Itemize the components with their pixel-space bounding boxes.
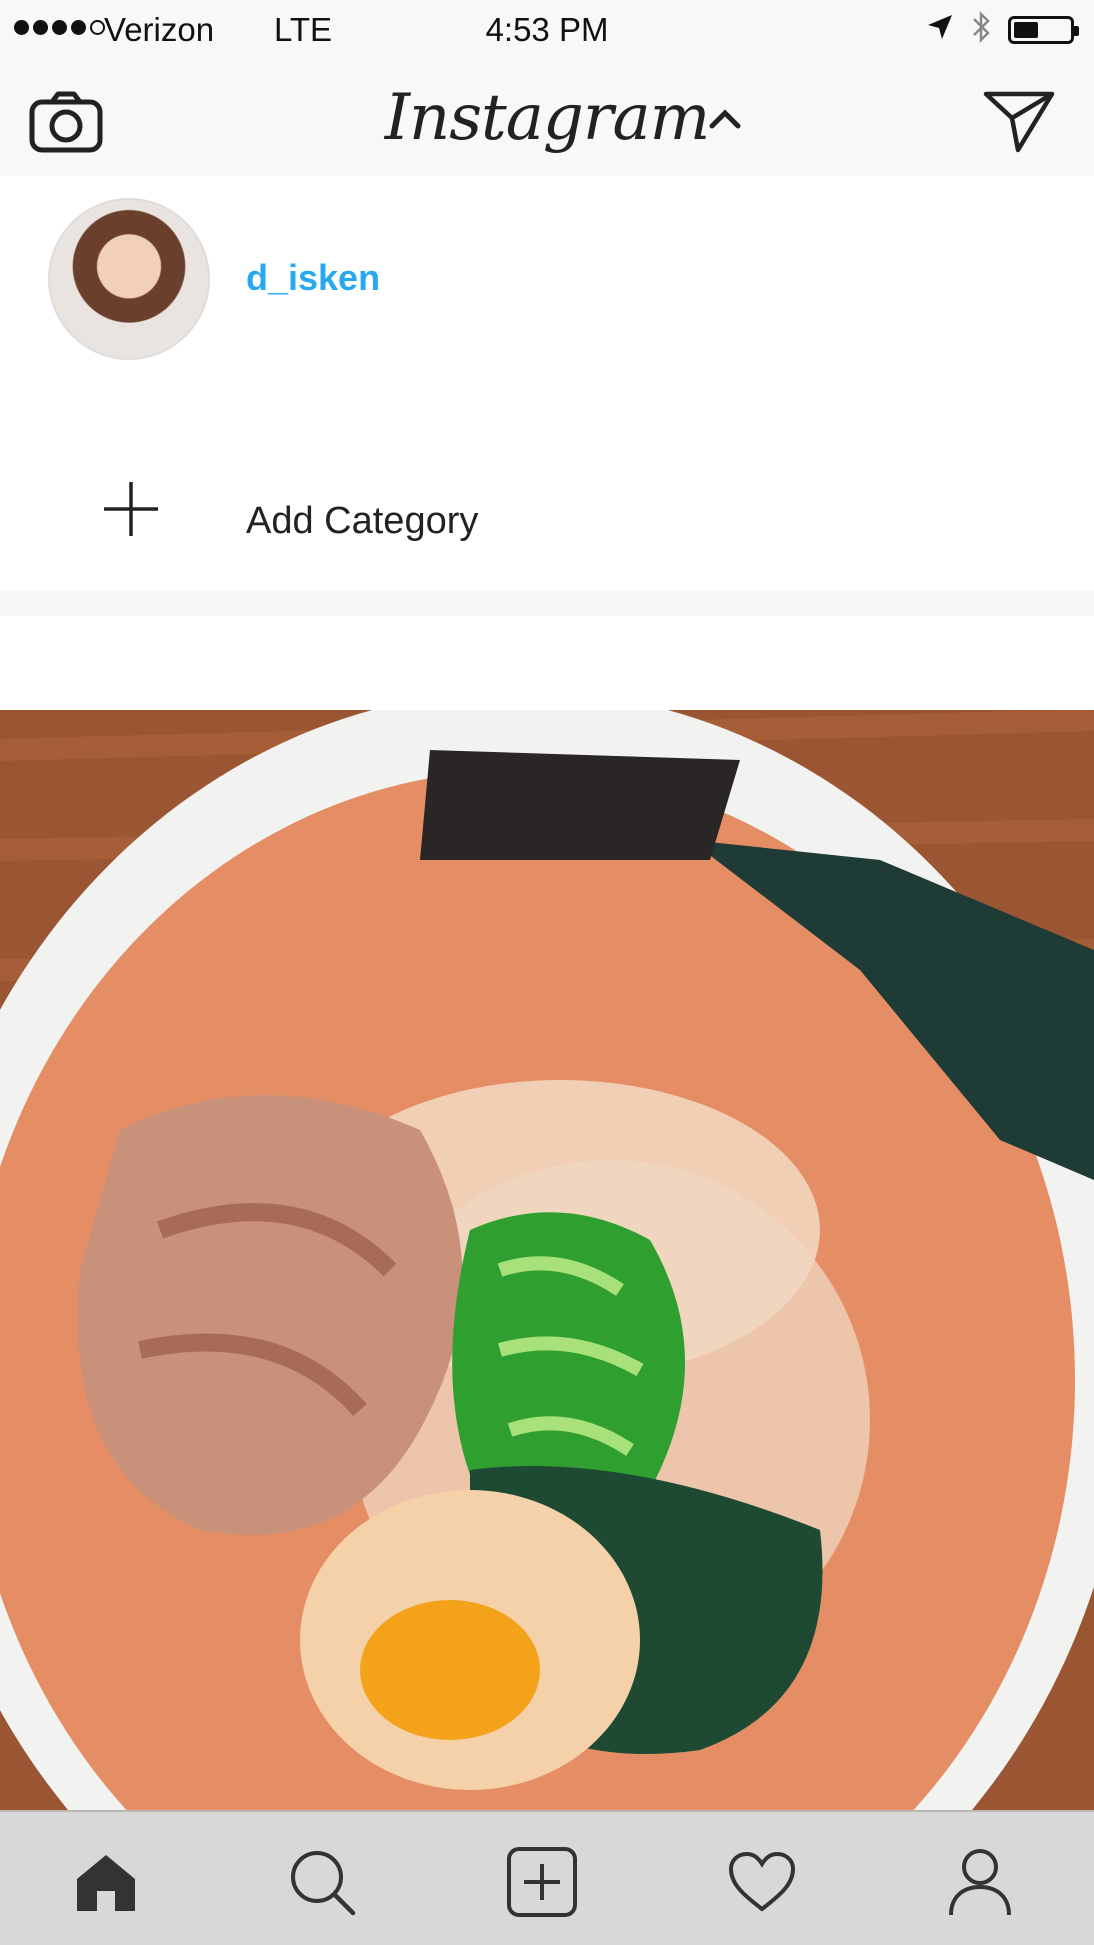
app-title[interactable]: Instagram	[0, 70, 1094, 166]
add-category-label[interactable]: Add Category	[246, 496, 478, 546]
profile-icon[interactable]	[940, 1842, 1020, 1922]
bottom-tab-bar	[0, 1810, 1094, 1945]
username-label[interactable]: d_isken	[246, 254, 380, 302]
heart-icon[interactable]	[722, 1842, 802, 1922]
add-category-row[interactable]: Add Category	[0, 446, 1094, 576]
account-row[interactable]: d_isken	[0, 176, 1094, 386]
chevron-up-icon[interactable]	[708, 108, 742, 135]
bluetooth-icon	[970, 10, 992, 49]
location-arrow-icon	[926, 13, 954, 46]
plus-icon[interactable]	[102, 480, 160, 543]
avatar[interactable]	[48, 198, 210, 360]
post-photo[interactable]	[0, 710, 1094, 1810]
top-navigation-bar: Instagram	[0, 60, 1094, 176]
divider	[0, 590, 1094, 616]
paper-plane-icon[interactable]	[982, 88, 1056, 159]
home-icon[interactable]	[66, 1842, 146, 1922]
add-post-icon[interactable]	[502, 1842, 582, 1922]
search-icon[interactable]	[282, 1842, 362, 1922]
battery-icon	[1008, 15, 1079, 44]
status-bar: Verizon LTE 4:53 PM	[0, 0, 1094, 60]
